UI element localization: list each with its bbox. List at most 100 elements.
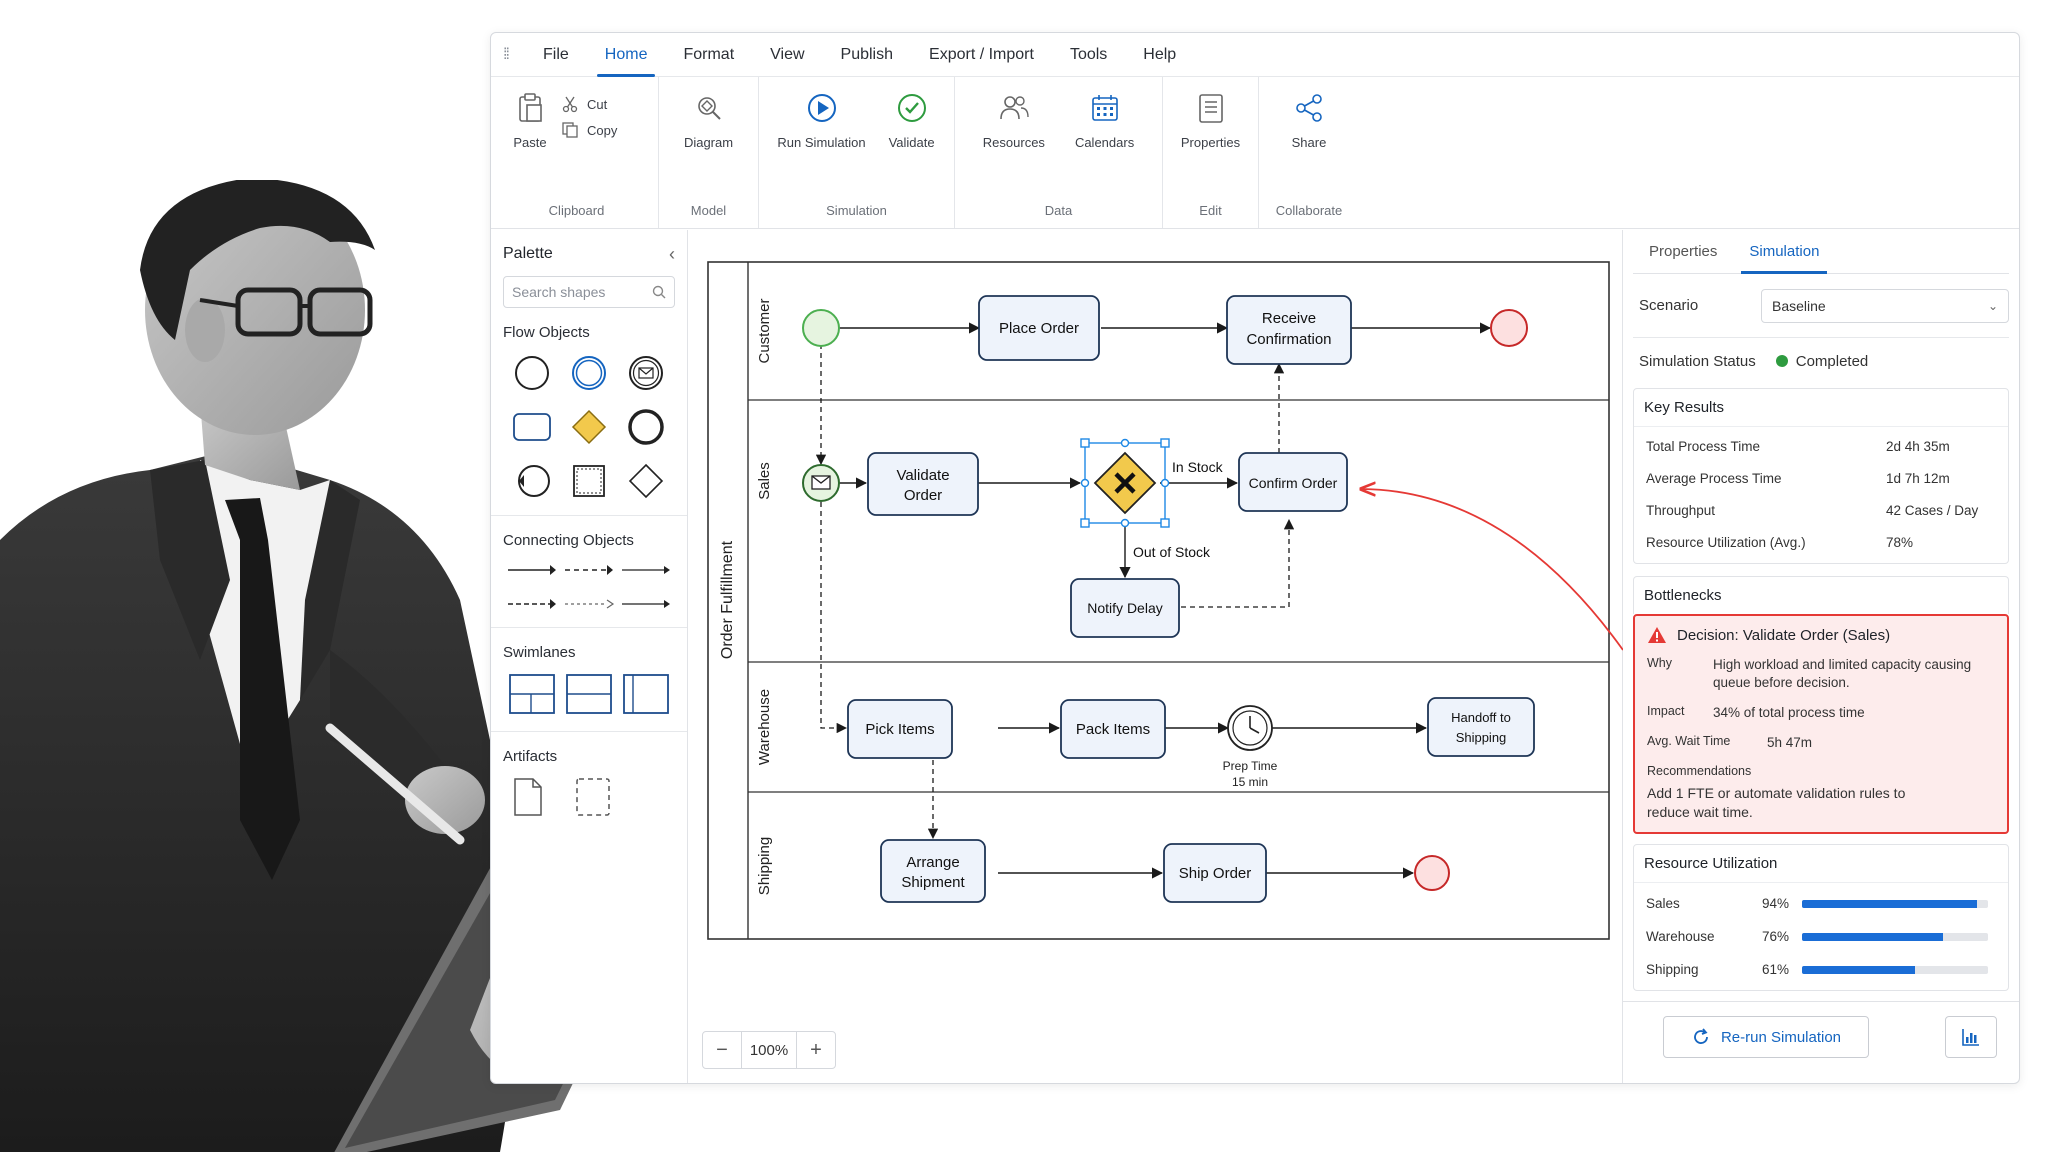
collapse-chevron-icon[interactable]: ‹ (669, 244, 675, 265)
task-notify-delay[interactable]: Notify Delay (1070, 578, 1180, 638)
start-event-shape[interactable] (510, 351, 554, 395)
cut-button[interactable]: Cut (561, 95, 617, 113)
copy-label: Copy (587, 122, 618, 138)
utilization-row: Shipping 61% (1634, 953, 2008, 986)
diagram-label: Diagram (683, 135, 734, 150)
zoom-out-button[interactable]: − (703, 1032, 741, 1068)
task-place-order[interactable]: Place Order (978, 295, 1100, 361)
task-pack-items[interactable]: Pack Items (1060, 699, 1166, 759)
diagram-canvas[interactable]: Order Fulfillment Customer Sales Warehou… (688, 230, 1623, 1083)
default-flow-arrow[interactable] (506, 593, 558, 615)
scenario-label: Scenario (1639, 297, 1699, 314)
validate-label: Validate (888, 135, 935, 150)
menu-home[interactable]: Home (587, 33, 666, 77)
lane-customer-label: Customer (756, 298, 773, 363)
chart-button[interactable] (1945, 1016, 1997, 1058)
menu-help[interactable]: Help (1125, 33, 1194, 77)
menu-file[interactable]: File (525, 33, 587, 77)
pool-shape[interactable] (507, 671, 557, 717)
result-value: 42 Cases / Day (1886, 503, 1979, 518)
menu-export-import[interactable]: Export / Import (911, 33, 1052, 77)
scenario-select[interactable]: Baseline ⌄ (1761, 288, 2009, 323)
task-confirm-order[interactable]: Confirm Order (1238, 452, 1348, 512)
directed-association-arrow[interactable] (620, 593, 672, 615)
start-event[interactable] (802, 309, 840, 347)
task-pick-items-label: Pick Items (865, 721, 934, 738)
menu-format[interactable]: Format (665, 33, 752, 77)
task-ship-order-label: Ship Order (1179, 865, 1252, 882)
data-group-label: Data (1044, 203, 1073, 218)
end-event-shipping[interactable] (1414, 855, 1450, 891)
message-event[interactable] (802, 464, 840, 502)
simulation-panel: Properties Simulation Scenario Baseline … (1623, 230, 2019, 1083)
tab-properties[interactable]: Properties (1633, 230, 1733, 273)
end-event-shape[interactable] (624, 405, 668, 449)
zoom-in-button[interactable]: + (797, 1032, 835, 1068)
search-placeholder: Search shapes (512, 284, 606, 300)
menu-tools[interactable]: Tools (1052, 33, 1125, 77)
result-row: Average Process Time 1d 7h 12m (1634, 463, 2008, 495)
wait-label: Avg. Wait Time (1647, 734, 1731, 748)
calendar-icon (1091, 95, 1118, 121)
task-ship-order[interactable]: Ship Order (1163, 843, 1267, 903)
task-pick-items[interactable]: Pick Items (847, 699, 953, 759)
properties-button[interactable]: Properties (1173, 85, 1248, 156)
status-value: Completed (1795, 352, 1869, 370)
zoom-control: − 100% + (702, 1031, 836, 1069)
intermediate-event-shape[interactable] (567, 351, 611, 395)
task-arrange-shipment[interactable]: Arrange Shipment (880, 839, 986, 903)
end-event-customer[interactable] (1490, 309, 1528, 347)
horizontal-lane-shape[interactable] (564, 671, 614, 717)
vertical-lane-shape[interactable] (621, 671, 671, 717)
workspace: Palette ‹ Search shapes Flow Objects Con… (491, 230, 2019, 1083)
utilization-row: Sales 94% (1634, 887, 2008, 920)
paste-button[interactable]: Paste (505, 85, 555, 156)
diagram-icon (697, 97, 721, 120)
subprocess-shape[interactable] (567, 459, 611, 503)
model-group-label: Model (690, 203, 727, 218)
menu-view[interactable]: View (752, 33, 822, 77)
grip-icon[interactable]: ⁞⁞ (503, 46, 525, 64)
ribbon-group-edit: Properties Edit (1163, 77, 1259, 228)
task-arrange-label-1: Arrange (906, 854, 959, 871)
conditional-flow-arrow[interactable] (620, 559, 672, 581)
utilization-pct: 76% (1762, 929, 1790, 944)
task-receive-label-1: Receive (1262, 310, 1316, 327)
calendars-button[interactable]: Calendars (1067, 85, 1142, 156)
task-receive-confirmation[interactable]: Receive Confirmation (1226, 295, 1352, 365)
copy-button[interactable]: Copy (561, 121, 617, 139)
bottleneck-alert[interactable]: Decision: Validate Order (Sales) Why High… (1633, 614, 2009, 834)
utilization-bar (1802, 932, 1988, 941)
timer-event[interactable] (1227, 705, 1273, 751)
task-shape[interactable] (510, 405, 554, 449)
data-object-shape[interactable] (507, 775, 547, 819)
rerun-simulation-button[interactable]: Re-run Simulation (1663, 1016, 1869, 1058)
tab-simulation[interactable]: Simulation (1733, 230, 1835, 274)
boundary-event-shape[interactable] (510, 459, 554, 503)
group-shape[interactable] (573, 775, 613, 819)
diagram-button[interactable]: Diagram (676, 85, 741, 156)
rec-value: Add 1 FTE or automate validation rules t… (1647, 785, 1906, 820)
scissors-icon (562, 96, 578, 113)
task-validate-order[interactable]: Validate Order (867, 452, 979, 516)
sequence-flow-arrow[interactable] (506, 559, 558, 581)
properties-icon (1198, 94, 1223, 123)
result-key: Throughput (1646, 503, 1716, 518)
gateway-shape[interactable] (567, 405, 611, 449)
menu-publish[interactable]: Publish (823, 33, 911, 77)
result-row: Total Process Time 2d 4h 35m (1634, 431, 2008, 463)
data-gateway-shape[interactable] (624, 459, 668, 503)
task-handoff-shipping[interactable]: Handoff to Shipping (1427, 697, 1535, 757)
prep-time-label: Prep Time (1223, 759, 1278, 773)
palette-panel: Palette ‹ Search shapes Flow Objects Con… (491, 230, 688, 1083)
ribbon-group-clipboard: Paste Cut Copy Clipboard (495, 77, 659, 228)
resources-button[interactable]: Resources (975, 85, 1053, 156)
run-simulation-button[interactable]: Run Simulation (769, 85, 873, 156)
message-event-shape[interactable] (624, 351, 668, 395)
message-flow-arrow[interactable] (563, 559, 615, 581)
association-arrow[interactable] (563, 593, 615, 615)
share-button[interactable]: Share (1277, 85, 1341, 156)
validate-button[interactable]: Validate (880, 85, 944, 156)
search-shapes-input[interactable]: Search shapes (503, 276, 675, 308)
people-icon (1000, 96, 1029, 120)
